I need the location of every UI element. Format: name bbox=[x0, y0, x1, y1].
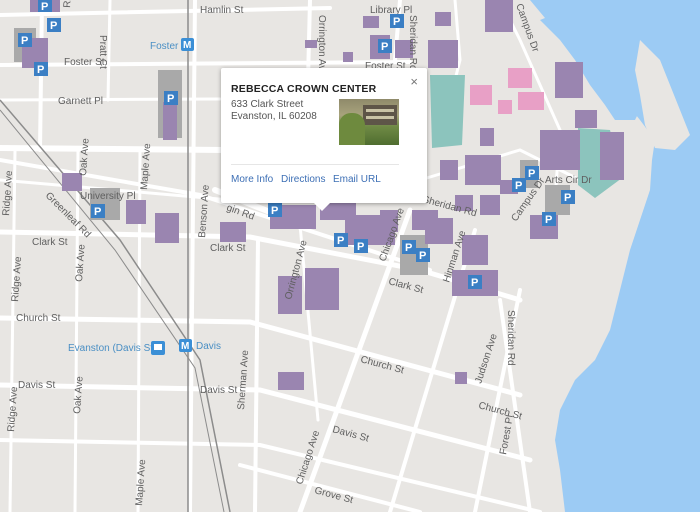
parking-icon[interactable]: P bbox=[416, 248, 430, 262]
street-label: Sheridan Rd bbox=[505, 310, 516, 366]
svg-text:P: P bbox=[419, 250, 426, 262]
metro-icon[interactable]: M bbox=[181, 38, 194, 51]
parking-icon[interactable]: P bbox=[268, 203, 282, 217]
parking-icon[interactable]: P bbox=[561, 190, 575, 204]
svg-text:M: M bbox=[181, 341, 189, 352]
more-info-link[interactable]: More Info bbox=[231, 174, 273, 185]
svg-text:P: P bbox=[337, 235, 344, 247]
parking-icon[interactable]: P bbox=[164, 91, 178, 105]
popup-divider bbox=[231, 164, 399, 165]
parking-icon[interactable]: P bbox=[354, 239, 368, 253]
svg-text:P: P bbox=[545, 214, 552, 226]
info-popup: REBECCA CROWN CENTER 633 Clark Street Ev… bbox=[221, 68, 427, 211]
street-label: Hamlin St bbox=[200, 5, 244, 16]
svg-text:P: P bbox=[41, 1, 48, 13]
svg-text:P: P bbox=[381, 41, 388, 53]
parking-icon[interactable]: P bbox=[18, 33, 32, 47]
station-label: Foster bbox=[150, 41, 179, 52]
directions-link[interactable]: Directions bbox=[281, 174, 325, 185]
street-label: Davis St bbox=[18, 380, 55, 391]
parking-icon[interactable]: P bbox=[468, 275, 482, 289]
parking-icon[interactable]: P bbox=[47, 18, 61, 32]
metro-icon[interactable]: M bbox=[179, 339, 192, 352]
parking-icon[interactable]: P bbox=[402, 240, 416, 254]
street-label: University Pl bbox=[80, 191, 136, 202]
station-label: Davis bbox=[196, 341, 221, 352]
train-icon[interactable] bbox=[151, 341, 165, 355]
svg-text:P: P bbox=[357, 241, 364, 253]
parking-icon[interactable]: P bbox=[334, 233, 348, 247]
station-label: Evanston (Davis St) bbox=[68, 343, 156, 354]
svg-text:P: P bbox=[50, 20, 57, 32]
svg-text:P: P bbox=[528, 168, 535, 180]
svg-text:P: P bbox=[21, 35, 28, 47]
popup-address-line1: 633 Clark Street bbox=[231, 99, 304, 110]
svg-text:P: P bbox=[167, 93, 174, 105]
street-label: Church St bbox=[16, 313, 61, 324]
svg-text:P: P bbox=[94, 206, 101, 218]
parking-icon[interactable]: P bbox=[34, 62, 48, 76]
parking-icon[interactable]: P bbox=[378, 39, 392, 53]
popup-title: REBECCA CROWN CENTER bbox=[231, 83, 377, 95]
street-label: Davis St bbox=[200, 385, 237, 396]
parking-icon[interactable]: P bbox=[512, 178, 526, 192]
street-label: Clark St bbox=[32, 237, 68, 248]
street-label: Garnett Pl bbox=[58, 96, 103, 107]
street-label: Clark St bbox=[210, 243, 246, 254]
street-label: Pratt Ct bbox=[97, 35, 108, 69]
street-label: Arts Cir Dr bbox=[545, 175, 592, 186]
parking-icon[interactable]: P bbox=[390, 14, 404, 28]
close-icon[interactable]: × bbox=[410, 74, 418, 89]
svg-text:P: P bbox=[37, 64, 44, 76]
parking-icon[interactable]: P bbox=[38, 0, 52, 13]
svg-text:P: P bbox=[471, 277, 478, 289]
svg-text:P: P bbox=[393, 16, 400, 28]
parking-icon[interactable]: P bbox=[542, 212, 556, 226]
svg-text:P: P bbox=[515, 180, 522, 192]
popup-address-line2: Evanston, IL 60208 bbox=[231, 111, 317, 122]
street-label: Sheridan Rd bbox=[407, 15, 418, 71]
street-label: Ridge bbox=[62, 0, 75, 8]
svg-text:M: M bbox=[183, 40, 191, 51]
svg-text:P: P bbox=[271, 205, 278, 217]
svg-text:P: P bbox=[405, 242, 412, 254]
email-url-link[interactable]: Email URL bbox=[333, 174, 381, 185]
parking-icon[interactable]: P bbox=[91, 204, 105, 218]
building-photo bbox=[339, 99, 399, 145]
svg-text:P: P bbox=[564, 192, 571, 204]
parking-icon[interactable]: P bbox=[525, 166, 539, 180]
